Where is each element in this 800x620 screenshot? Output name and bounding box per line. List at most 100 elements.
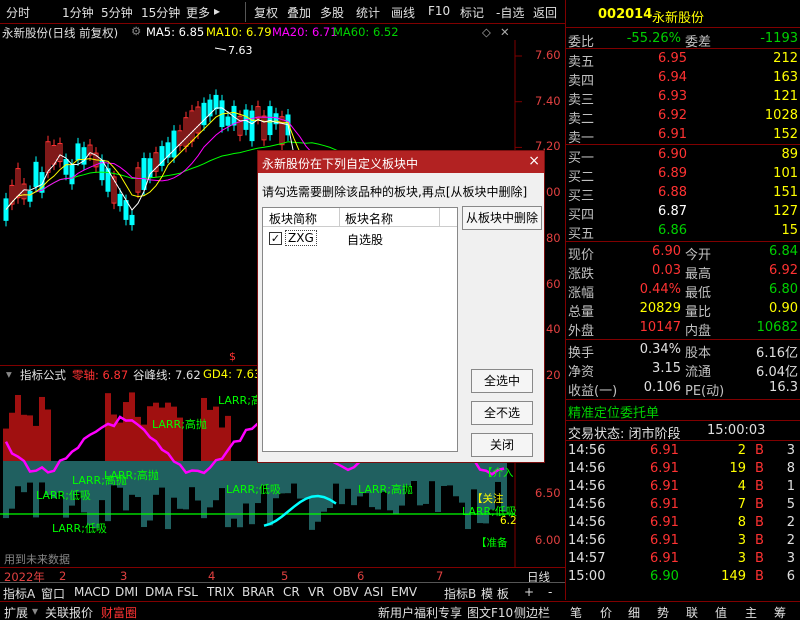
tab-trend[interactable]: 势 [657, 604, 669, 620]
tick-price: 6.91 [650, 443, 679, 458]
block-row-zxg[interactable]: ✓ ZXG 自选股 [263, 230, 457, 248]
tab-cr[interactable]: CR [283, 585, 300, 599]
tick-count: 1 [786, 479, 795, 494]
close-icon[interactable]: × [528, 153, 540, 169]
stat-label: 涨跌 [568, 267, 595, 282]
tick-count: 6 [786, 569, 795, 584]
toolbar-fuquan[interactable]: 复权 [254, 4, 278, 21]
close-icon[interactable]: ✕ [500, 25, 510, 39]
tab-indicator-b[interactable]: 指标B [444, 585, 476, 602]
stock-name: 永新股份 [652, 11, 705, 26]
stat-label: 今开 [685, 248, 712, 263]
ask-volume: 1028 [764, 108, 798, 123]
tab-fsl[interactable]: FSL [177, 585, 198, 599]
block-checkbox[interactable]: ✓ [269, 232, 282, 245]
zoom-out-button[interactable]: - [548, 585, 552, 599]
tab-dma[interactable]: DMA [145, 585, 173, 599]
sidebar-button[interactable]: 侧边栏 [514, 604, 550, 620]
ask-price: 6.92 [658, 108, 687, 123]
toolbar-fenshi[interactable]: 分时 [6, 4, 30, 21]
tab-dmi[interactable]: DMI [115, 585, 138, 599]
tick-time: 14:56 [568, 515, 606, 530]
block-short: ZXG [285, 230, 317, 246]
toolbar-draw[interactable]: 画线 [391, 4, 415, 21]
bid-volume: 127 [773, 204, 798, 219]
block-list-header: 板块简称 板块名称 [263, 208, 457, 227]
tick-time: 14:56 [568, 443, 606, 458]
tick-row: 14:56 6.91 19 B 8 [566, 460, 800, 478]
ask-price: 6.95 [658, 51, 687, 66]
tick-price: 6.91 [650, 515, 679, 530]
tab-price[interactable]: 价 [600, 604, 612, 620]
stat-label: 内盘 [685, 324, 712, 339]
chart-header: 永新股份(日线 前复权) ⚙ MA5: 6.85 MA10: 6.79 MA20… [0, 24, 515, 40]
toolbar-multi[interactable]: 多股 [320, 4, 344, 21]
tab-ticks[interactable]: 笔 [570, 604, 582, 620]
toolbar-f10[interactable]: F10 [428, 4, 450, 18]
related-quote-button[interactable]: 关联报价 [45, 604, 93, 620]
wealth-circle-button[interactable]: 财富圈 [101, 604, 137, 620]
tab-asi[interactable]: ASI [364, 585, 383, 599]
toolbar-5min[interactable]: 5分钟 [101, 4, 133, 21]
col-short[interactable]: 板块简称 [269, 210, 317, 227]
dialog-titlebar[interactable]: 永新股份在下列自定义板块中 × [258, 151, 544, 173]
precise-entrust[interactable]: 精准定位委托单 [566, 401, 800, 421]
zoom-in-button[interactable]: + [524, 585, 534, 599]
dialog-close-button[interactable]: 关闭 [471, 433, 533, 457]
dividend-icon[interactable]: $ [229, 350, 236, 363]
toolbar-mark[interactable]: 标记 [460, 4, 484, 21]
tab-vr[interactable]: VR [308, 585, 325, 599]
indicator-axis-bottom: 6.00 [535, 533, 561, 547]
fund-value: 6.16亿 [756, 346, 798, 361]
tab-indicator-a[interactable]: 指标A [3, 585, 35, 602]
tab-emv[interactable]: EMV [391, 585, 417, 599]
tab-macd[interactable]: MACD [74, 585, 110, 599]
toolbar-1min[interactable]: 1分钟 [62, 4, 94, 21]
f10-button[interactable]: 图文F10 [467, 604, 513, 620]
select-all-button[interactable]: 全选中 [471, 369, 533, 393]
gd4-label: GD4: 7.63 [203, 367, 262, 381]
tab-link[interactable]: 联 [686, 604, 698, 620]
custom-block-dialog: 永新股份在下列自定义板块中 × 请勾选需要删除该品种的板块,再点[从板块中删除]… [257, 150, 545, 463]
ask-label: 卖三 [568, 93, 595, 108]
ma5-label: MA5: 6.85 [146, 25, 205, 39]
bid-label: 买四 [568, 208, 595, 223]
tab-value[interactable]: 值 [715, 604, 727, 620]
block-list[interactable]: 板块简称 板块名称 ✓ ZXG 自选股 [262, 207, 458, 452]
fund-value: 6.04亿 [756, 365, 798, 380]
bid-row: 买三 6.88 151 [566, 184, 800, 204]
tick-row: 14:56 6.91 4 B 1 [566, 478, 800, 496]
toolbar-overlay[interactable]: 叠加 [287, 4, 311, 21]
toolbar-more[interactable]: 更多 [186, 4, 210, 21]
chevron-down-icon[interactable]: ▾ [6, 367, 12, 381]
tab-obv[interactable]: OBV [333, 585, 359, 599]
diamond-icon[interactable]: ◇ [482, 25, 491, 39]
tab-main[interactable]: 主 [745, 604, 757, 620]
stat-row: 涨跌 0.03 最高 6.92 [566, 262, 800, 282]
tick-count: 8 [786, 461, 795, 476]
tab-detail[interactable]: 细 [628, 604, 640, 620]
toolbar-stats[interactable]: 统计 [356, 4, 380, 21]
chevron-down-icon[interactable]: ▾ [32, 604, 38, 618]
toolbar-back[interactable]: 返回 [533, 4, 557, 21]
more-arrow-icon[interactable]: ▸ [214, 4, 220, 18]
stat-value: 6.84 [769, 244, 798, 259]
tab-template[interactable]: 模 板 [481, 585, 509, 602]
indicator-tabs: 指标A 窗口 MACD DMI DMA FSL TRIX BRAR CR VR … [0, 582, 565, 602]
tab-brar[interactable]: BRAR [242, 585, 275, 599]
delete-from-block-button[interactable]: 从板块中删除 [462, 206, 542, 230]
tab-window[interactable]: 窗口 [41, 585, 65, 602]
col-name[interactable]: 板块名称 [345, 210, 393, 227]
extend-button[interactable]: 扩展 [4, 604, 28, 620]
date-month: 2 [59, 569, 67, 583]
tab-chips[interactable]: 筹 [774, 604, 786, 620]
tick-side: B [755, 551, 764, 566]
settings-icon[interactable]: ⚙ [131, 24, 141, 38]
tick-price: 6.91 [650, 533, 679, 548]
tab-trix[interactable]: TRIX [207, 585, 234, 599]
select-none-button[interactable]: 全不选 [471, 401, 533, 425]
price-axis-label: 7.40 [535, 93, 561, 108]
toolbar-15min[interactable]: 15分钟 [141, 4, 180, 21]
promo-link[interactable]: 新用户福利专享 [378, 604, 462, 620]
toolbar-remove-favorite[interactable]: -自选 [496, 4, 524, 21]
